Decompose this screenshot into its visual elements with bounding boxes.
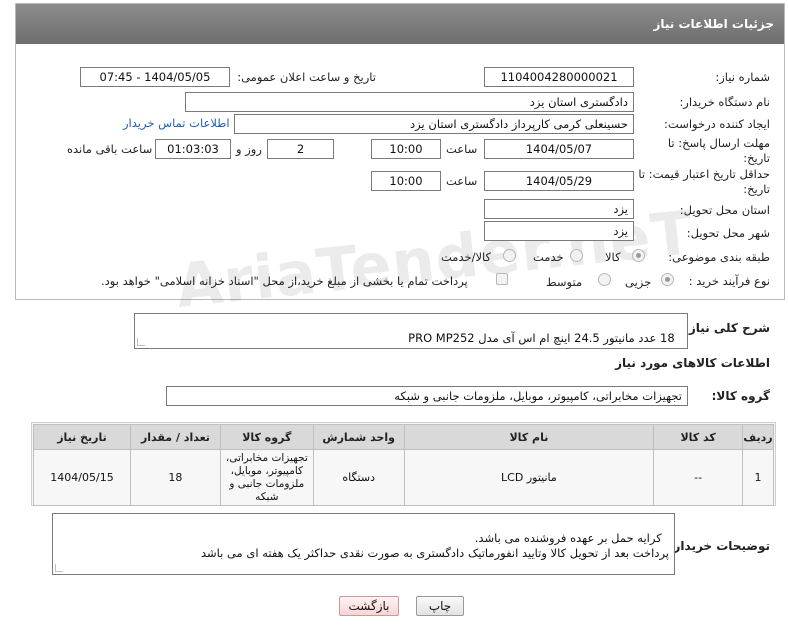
col-group: گروه کالا [219,424,314,450]
buyer-org-label: نام دستگاه خریدار: [679,95,770,109]
announce-label: تاریخ و ساعت اعلان عمومی: [237,70,376,84]
announce-field: 1404/05/05 - 07:45 [80,67,230,87]
validity-time-label: ساعت [446,174,478,188]
days-remaining-field: 2 [267,139,334,159]
resize-grip-icon[interactable] [55,564,63,572]
validity-label: حداقل تاریخ اعتبار قیمت: تا تاریخ: [638,167,770,196]
treasury-payment-checkbox[interactable] [496,273,508,285]
validity-date-field: 1404/05/29 [484,171,634,191]
items-table: ردیف کد کالا نام کالا واحد شمارش گروه کا… [33,424,774,506]
remaining-time-field: 01:03:03 [155,139,231,159]
need-number-field: 1104004280000021 [484,67,634,87]
col-item-code: کد کالا [653,424,744,450]
category-both-label: کالا/خدمت [441,250,492,264]
col-unit: واحد شمارش [312,424,405,450]
buyer-notes-label: توضیحات خریدار: [668,539,770,553]
panel-title: جزئیات اطلاعات نیاز [16,4,784,44]
table-row: 1 -- مانیتور LCD دستگاه تجهیزات مخابراتی… [33,449,774,506]
cell-quantity: 18 [130,449,221,506]
table-header-row: ردیف کد کالا نام کالا واحد شمارش گروه کا… [33,424,774,450]
print-button[interactable]: چاپ [416,596,464,616]
category-both-radio[interactable] [503,249,516,262]
deadline-time-label: ساعت [446,142,478,156]
creator-field: حسینعلی کرمی کارپرداز دادگستری استان یزد [234,114,634,134]
cell-row-number: 1 [742,449,774,506]
col-need-date: تاریخ نیاز [33,424,131,450]
deadline-label: مهلت ارسال پاسخ: تا تاریخ: [667,136,770,165]
category-label: طبقه بندی موضوعی: [668,250,770,264]
resize-grip-icon[interactable] [137,338,145,346]
cell-need-date: 1404/05/15 [33,449,131,506]
city-label: شهر محل تحویل: [686,226,770,240]
col-item-name: نام کالا [403,424,655,450]
cell-unit: دستگاه [312,449,405,506]
days-label: روز و [236,142,262,156]
category-goods-label: کالا [605,250,621,264]
buyer-notes-text: کرایه حمل بر عهده فروشنده می باشد. پرداخ… [200,531,669,560]
cell-item-name: مانیتور LCD [403,449,655,506]
process-minor-radio[interactable] [661,273,674,286]
category-service-label: خدمت [533,250,564,264]
buyer-org-field: دادگستری استان یزد [185,92,634,112]
process-minor-label: جزیی [625,275,652,289]
buyer-contact-link[interactable]: اطلاعات تماس خریدار [123,116,230,130]
process-type-label: نوع فرآیند خرید : [688,274,770,288]
deadline-time-field: 10:00 [371,139,441,159]
creator-label: ایجاد کننده درخواست: [664,117,770,131]
goods-group-label: گروه کالا: [711,389,770,403]
col-quantity: تعداد / مقدار [130,424,221,450]
process-medium-label: متوسط [546,275,583,289]
province-field: یزد [484,199,634,219]
process-medium-radio[interactable] [598,273,611,286]
cell-group: تجهیزات مخابراتی، کامپیوتر، موبایل، ملزو… [219,449,314,506]
goods-group-field: تجهیزات مخابراتی، کامپیوتر، موبایل، ملزو… [166,386,688,406]
validity-time-field: 10:00 [371,171,441,191]
need-number-label: شماره نیاز: [715,70,770,84]
goods-section-title: اطلاعات کالاهای مورد نیاز [615,356,770,370]
deadline-date-field: 1404/05/07 [484,139,634,159]
city-field: یزد [484,221,634,241]
summary-textarea[interactable]: 18 عدد مانیتور 24.5 اینچ ام اس آی مدل PR… [134,313,688,349]
summary-label: شرح کلی نیاز: [684,321,770,335]
province-label: استان محل تحویل: [679,203,770,217]
back-button[interactable]: بازگشت [339,596,399,616]
summary-text: 18 عدد مانیتور 24.5 اینچ ام اس آی مدل PR… [408,331,675,345]
category-service-radio[interactable] [570,249,583,262]
treasury-payment-note: پرداخت تمام یا بخشی از مبلغ خرید،از محل … [101,274,468,288]
category-goods-radio[interactable] [632,249,645,262]
remaining-time-label: ساعت باقی مانده [67,142,153,156]
col-row-number: ردیف [742,424,774,450]
cell-item-code: -- [653,449,744,506]
buyer-notes-textarea[interactable]: کرایه حمل بر عهده فروشنده می باشد. پرداخ… [52,513,675,575]
